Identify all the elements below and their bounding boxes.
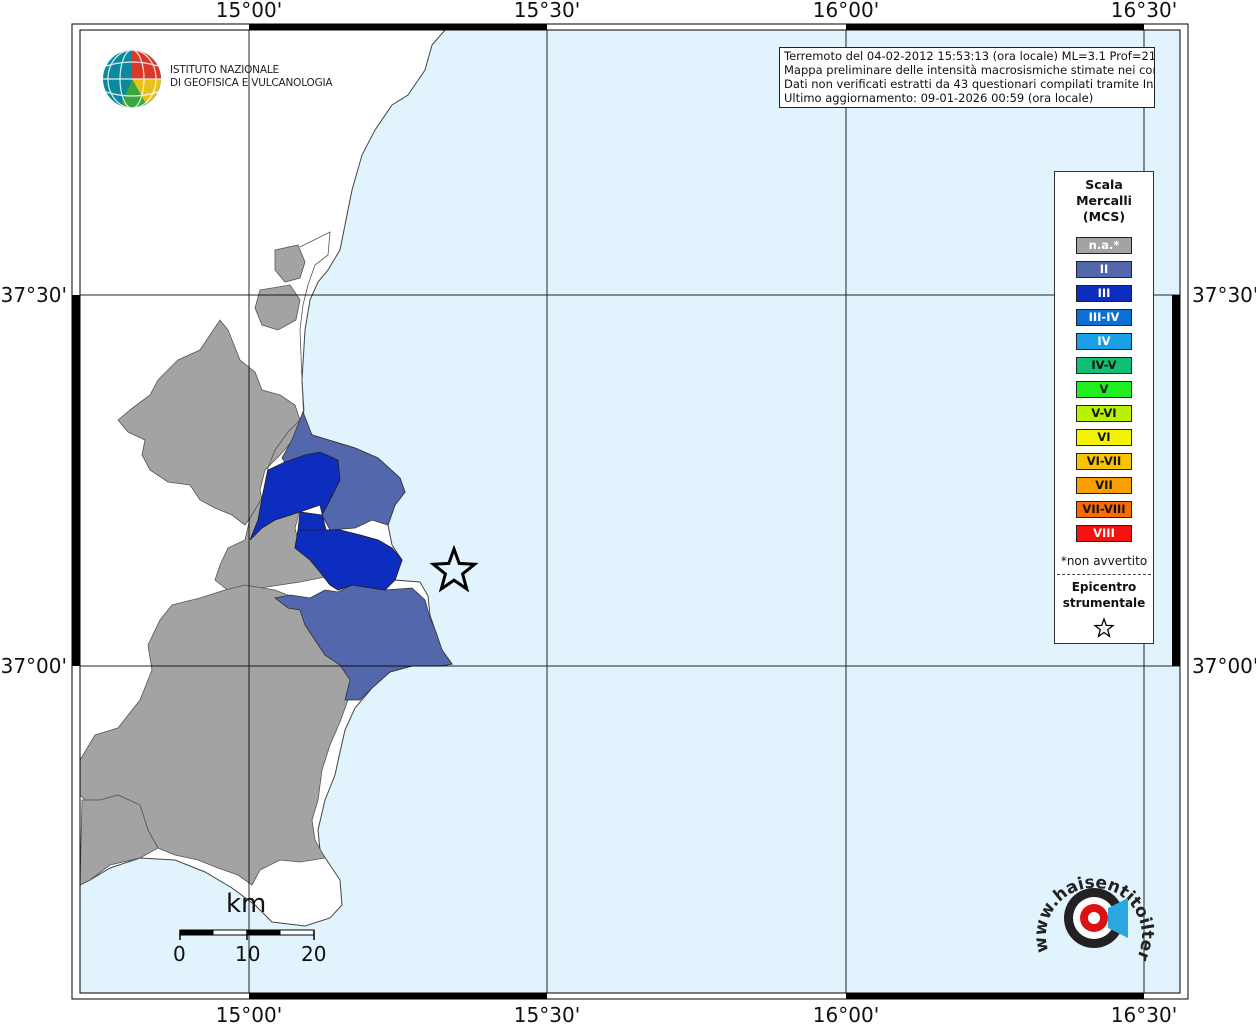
haisentito-target-icon[interactable]: www.haisentitoilterremoto.it? — [1030, 860, 1160, 980]
event-info-line: Ultimo aggiornamento: 09-01-2026 00:59 (… — [784, 91, 1094, 105]
ingv-name: ISTITUTO NAZIONALE DI GEOFISICA E VULCAN… — [170, 64, 333, 90]
legend-swatch: IV-V — [1076, 357, 1132, 374]
legend-swatch: VI — [1076, 429, 1132, 446]
legend-swatch: III-IV — [1076, 309, 1132, 326]
scale-bar-unit: km — [226, 889, 267, 919]
x-tick-label: 15°30' — [514, 0, 580, 22]
mcs-legend: Scala Mercalli (MCS) n.a.* II III III-IV IV I… — [1054, 171, 1154, 644]
legend-swatch: VII — [1076, 477, 1132, 494]
legend-swatch: V — [1076, 381, 1132, 398]
ingv-line: ISTITUTO NAZIONALE — [170, 64, 279, 76]
x-tick-label: 15°30' — [514, 1003, 580, 1024]
y-tick-label: 37°30' — [1192, 283, 1256, 307]
scale-bar-label: 10 — [235, 942, 261, 966]
legend-swatch: VI-VII — [1076, 453, 1132, 470]
legend-title: Scala Mercalli (MCS) — [1055, 177, 1153, 225]
x-tick-label: 16°00' — [813, 1003, 879, 1024]
legend-swatch: IV — [1076, 333, 1132, 350]
not-felt-note: *non avvertito — [1060, 554, 1148, 568]
legend-title-line: Mercalli — [1076, 193, 1132, 208]
legend-swatch: III — [1076, 285, 1132, 302]
event-info-line: Dati non verificati estratti da 43 quest… — [784, 77, 1155, 91]
x-tick-label: 15°00' — [216, 1003, 282, 1024]
legend-title-line: Scala — [1085, 177, 1123, 192]
x-tick-label: 16°00' — [813, 0, 879, 22]
epicenter-legend-line: Epicentro — [1071, 580, 1137, 594]
scale-bar-label: 0 — [173, 942, 186, 966]
epicenter-legend-title: Epicentro strumentale — [1055, 579, 1153, 611]
x-tick-labels-bottom: 15°00' 15°30' 16°00' 16°30' — [216, 1003, 1177, 1024]
ingv-globe-icon — [103, 49, 161, 109]
ingv-line: DI GEOFISICA E VULCANOLOGIA — [170, 77, 333, 89]
event-info-line: Terremoto del 04-02-2012 15:53:13 (ora l… — [784, 49, 1155, 63]
y-tick-labels-left: 37°30' 37°00' — [1, 283, 67, 678]
legend-swatch: VII-VIII — [1076, 501, 1132, 518]
star-outline-icon — [1055, 617, 1153, 642]
legend-swatch: VIII — [1076, 525, 1132, 542]
x-tick-label: 15°00' — [216, 0, 282, 22]
x-tick-label: 16°30' — [1111, 0, 1177, 22]
legend-separator — [1057, 574, 1151, 575]
y-tick-label: 37°30' — [1, 283, 67, 307]
y-tick-labels-right: 37°30' 37°00' — [1192, 283, 1256, 678]
y-tick-label: 37°00' — [1192, 654, 1256, 678]
scale-bar-label: 20 — [301, 942, 327, 966]
event-info-line: Mappa preliminare delle intensità macros… — [784, 63, 1155, 77]
intensity-scale-list: n.a.* II III III-IV IV IV-V V V-VI VI VI-VII VII VI… — [1055, 237, 1153, 542]
x-tick-label: 16°30' — [1111, 1003, 1177, 1024]
epicenter-legend-line: strumentale — [1062, 596, 1146, 610]
x-tick-labels-top: 15°00' 15°30' 16°00' 16°30' — [216, 0, 1177, 22]
y-tick-label: 37°00' — [1, 654, 67, 678]
legend-swatch: V-VI — [1076, 405, 1132, 422]
legend-title-line: (MCS) — [1082, 209, 1126, 224]
event-info-box: Terremoto del 04-02-2012 15:53:13 (ora l… — [779, 47, 1155, 108]
legend-swatch: n.a.* — [1076, 237, 1132, 254]
legend-swatch: II — [1076, 261, 1132, 278]
